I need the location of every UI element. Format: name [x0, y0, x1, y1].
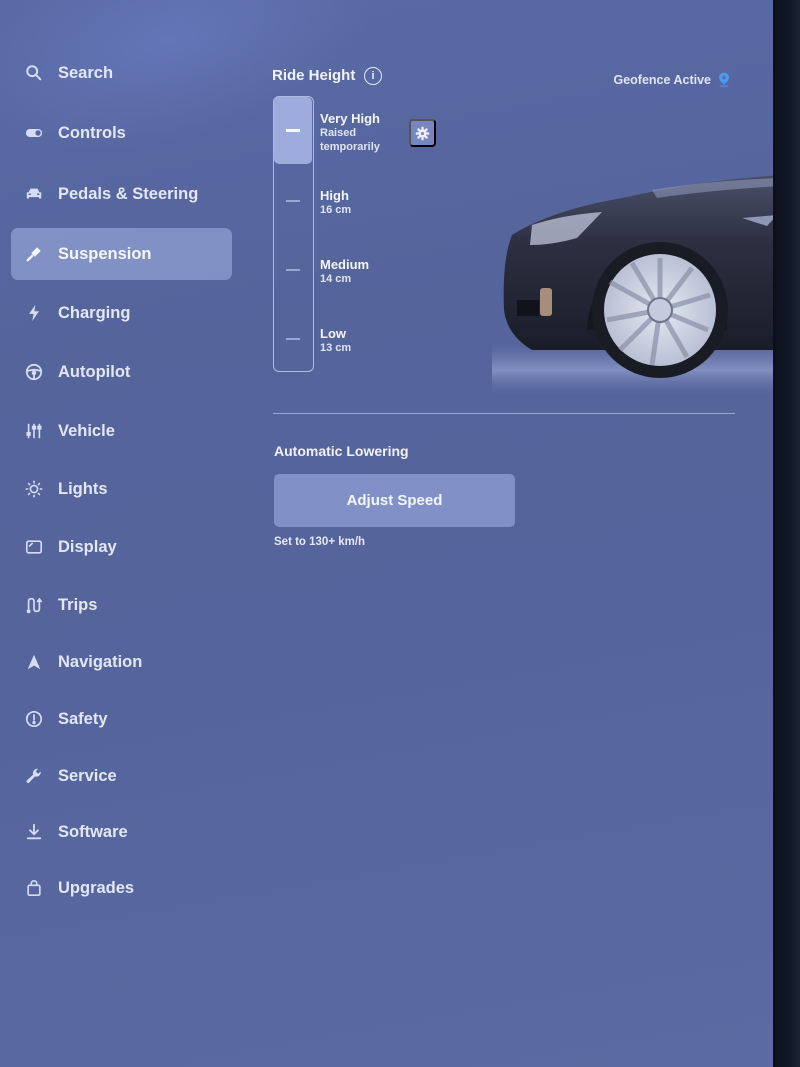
screen-bezel — [773, 0, 800, 1067]
touchscreen: Search Controls Pedals & Steering Suspen… — [0, 0, 773, 1067]
sidebar-item-pedals-steering[interactable]: Pedals & Steering — [11, 168, 232, 220]
sidebar-item-autopilot[interactable]: Autopilot — [11, 346, 232, 398]
gear-icon — [415, 126, 430, 140]
sun-icon — [24, 479, 44, 499]
steering-wheel-icon — [24, 362, 44, 382]
location-pin-icon — [719, 72, 729, 88]
sidebar-item-charging[interactable]: Charging — [11, 287, 232, 339]
level-low[interactable]: Low 13 cm — [320, 326, 351, 355]
info-icon[interactable]: i — [364, 67, 382, 85]
search-icon — [24, 63, 44, 83]
settings-sidebar: Search Controls Pedals & Steering Suspen… — [0, 0, 245, 1067]
sidebar-item-display[interactable]: Display — [11, 521, 232, 573]
level-high[interactable]: High 16 cm — [320, 188, 351, 217]
geofence-label: Geofence Active — [613, 73, 712, 87]
car-image — [492, 175, 773, 395]
sidebar-item-safety[interactable]: Safety — [11, 693, 232, 745]
shock-absorber-icon — [24, 244, 44, 264]
sidebar-item-lights[interactable]: Lights — [11, 463, 232, 515]
sidebar-item-label: Autopilot — [58, 362, 131, 381]
level-medium[interactable]: Medium 14 cm — [320, 257, 369, 286]
shopping-bag-icon — [24, 878, 44, 898]
sidebar-item-label: Charging — [58, 303, 131, 322]
tick-medium — [286, 269, 300, 271]
sidebar-item-label: Trips — [58, 595, 98, 614]
route-icon — [24, 595, 44, 615]
tick-low — [286, 338, 300, 340]
sidebar-item-label: Software — [58, 822, 128, 841]
download-icon — [24, 822, 44, 842]
wrench-icon — [24, 766, 44, 786]
alert-circle-icon — [24, 709, 44, 729]
sidebar-item-upgrades[interactable]: Upgrades — [11, 862, 232, 914]
suspension-panel: Ride Height i Geofence Active Very High … — [262, 0, 773, 1067]
car-icon — [24, 184, 44, 204]
sidebar-item-controls[interactable]: Controls — [11, 107, 232, 159]
tick-high — [286, 200, 300, 202]
sidebar-item-label: Controls — [58, 123, 126, 142]
adjust-speed-button[interactable]: Adjust Speed — [274, 474, 515, 527]
sidebar-item-service[interactable]: Service — [11, 750, 232, 802]
navigation-arrow-icon — [24, 652, 44, 672]
section-divider — [273, 413, 735, 414]
ride-height-slider[interactable] — [273, 96, 314, 372]
tick-very-high — [286, 129, 300, 132]
sidebar-item-vehicle[interactable]: Vehicle — [11, 405, 232, 457]
sidebar-item-label: Pedals & Steering — [58, 184, 199, 203]
sidebar-item-trips[interactable]: Trips — [11, 579, 232, 631]
ride-height-title: Ride Height — [272, 67, 356, 84]
sidebar-item-label: Service — [58, 766, 117, 785]
lightning-icon — [24, 303, 44, 323]
sidebar-item-label: Upgrades — [58, 878, 135, 897]
toggle-icon — [24, 123, 44, 143]
sidebar-item-label: Navigation — [58, 652, 143, 671]
sidebar-item-label: Lights — [58, 479, 108, 498]
sliders-icon — [24, 421, 44, 441]
automatic-lowering-title: Automatic Lowering — [274, 443, 409, 459]
sidebar-item-label: Safety — [58, 709, 108, 728]
sidebar-item-navigation[interactable]: Navigation — [11, 636, 232, 688]
level-very-high[interactable]: Very High Raised temporarily — [320, 111, 390, 154]
automatic-lowering-hint: Set to 130+ km/h — [274, 536, 366, 548]
sidebar-item-label: Display — [58, 537, 117, 556]
sidebar-item-search[interactable]: Search — [11, 47, 232, 99]
ride-height-settings-button[interactable] — [409, 119, 436, 147]
sidebar-item-label: Suspension — [58, 244, 152, 263]
sidebar-item-software[interactable]: Software — [11, 806, 232, 858]
geofence-status: Geofence Active — [614, 72, 732, 88]
sidebar-item-label: Search — [58, 63, 114, 82]
display-icon — [24, 537, 44, 557]
sidebar-item-label: Vehicle — [58, 421, 115, 440]
sidebar-item-suspension[interactable]: Suspension — [11, 228, 232, 280]
